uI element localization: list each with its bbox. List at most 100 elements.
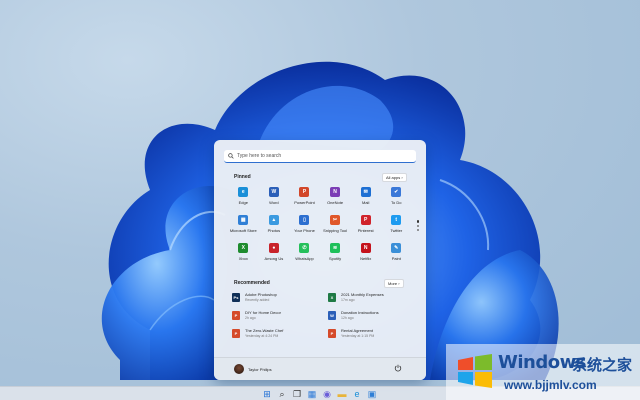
recommended-title: Recommended <box>234 280 270 286</box>
pinned-app-label: Mail <box>362 200 370 205</box>
recommended-item-time: Yesterday at 1:15 PM <box>341 334 375 338</box>
recommended-item-name: The Zero-Waste Chef <box>245 328 284 333</box>
recommended-item[interactable]: P Rental Agreement Yesterday at 1:15 PM <box>328 328 412 341</box>
pinned-title: Pinned <box>234 174 251 180</box>
whatsapp-icon: ✆ <box>299 243 310 253</box>
photoshop-icon: Ps <box>232 293 240 302</box>
pinned-app-label: Netflix <box>360 256 372 261</box>
store-icon: ▦ <box>238 215 249 225</box>
todo-icon: ✔ <box>391 187 402 197</box>
pinned-app[interactable]: e Edge <box>228 187 259 209</box>
desktop: Type here to search Pinned All apps › eE… <box>0 0 640 400</box>
netflix-icon: N <box>360 243 371 253</box>
page-indicator[interactable] <box>417 220 420 233</box>
user-name[interactable]: Taylor Philips <box>248 367 272 372</box>
task-view-icon[interactable]: ❐ <box>292 389 302 399</box>
powerpoint-icon: P <box>299 187 310 197</box>
pinned-app[interactable]: ✔ To Do <box>381 187 412 209</box>
power-icon[interactable] <box>394 364 402 372</box>
word-icon: W <box>268 187 279 197</box>
pinned-app[interactable]: W Word <box>259 187 290 209</box>
recommended-item-time: Yesterday at 4:24 PM <box>245 334 279 338</box>
edge-icon: e <box>238 187 249 197</box>
pinterest-icon: P <box>360 215 371 225</box>
widgets-icon[interactable]: ▦ <box>307 389 317 399</box>
pinned-app[interactable]: ✆ WhatsApp <box>289 243 320 265</box>
recommended-item-name: 2021 Monthly Expenses <box>341 292 384 297</box>
recommended-item[interactable]: Ps Adobe Photoshop Recently added <box>232 292 328 305</box>
file-explorer-icon[interactable]: ▬ <box>337 389 347 399</box>
pinned-app[interactable]: ✂ Snipping Tool <box>320 215 351 237</box>
watermark: Windows 系统之家 www.bjjmlv.com <box>446 344 640 400</box>
pinned-app[interactable]: N Netflix <box>350 243 381 265</box>
pinned-app-label: Edge <box>238 200 248 205</box>
edge-icon[interactable]: e <box>352 389 362 399</box>
windows-logo-icon <box>458 354 492 388</box>
search-icon[interactable]: ⌕ <box>277 389 287 399</box>
chat-icon[interactable]: ◉ <box>322 389 332 399</box>
xbox-icon: X <box>238 243 249 253</box>
recommended-item[interactable]: P DIY for Home Decor 2h ago <box>232 310 328 323</box>
recommended-item-time: 12h ago <box>341 316 354 320</box>
pinned-app-label: Your Phone <box>294 228 315 233</box>
pinned-app-label: PowerPoint <box>294 200 315 205</box>
watermark-url: www.bjjmlv.com <box>504 378 597 392</box>
taskbar-icons: ⊞ ⌕ ❐ ▦ ◉ ▬ e ▣ <box>262 389 377 400</box>
recommended-list: Ps Adobe Photoshop Recently added X 2021 Mon… <box>232 292 412 341</box>
search-box[interactable]: Type here to search <box>224 150 416 163</box>
pdf-file-icon: P <box>232 329 240 338</box>
pinned-app-label: Snipping Tool <box>323 228 348 233</box>
pdf-file-icon: P <box>232 311 240 320</box>
twitter-icon: t <box>391 215 402 225</box>
start-footer: Taylor Philips <box>214 357 426 380</box>
pinned-app-label: Pinterest <box>357 228 374 233</box>
pinned-app[interactable]: t Twitter <box>381 215 412 237</box>
photos-icon: ▲ <box>268 215 279 225</box>
pdf-file-icon: P <box>328 329 336 338</box>
watermark-chinese: 系统之家 <box>572 356 633 374</box>
pinned-app-label: Photos <box>267 228 281 233</box>
pinned-app-label: OneNote <box>327 200 344 205</box>
pinned-app[interactable]: ● Among Us <box>259 243 290 265</box>
all-apps-button[interactable]: All apps › <box>382 173 407 182</box>
pinned-app[interactable]: ≋ Spotify <box>320 243 351 265</box>
pinned-app-label: Among Us <box>264 256 284 261</box>
spotify-icon: ≋ <box>330 243 341 253</box>
mail-icon: ✉ <box>360 187 371 197</box>
excel-file-icon: X <box>328 293 336 302</box>
pinned-app-label: To Do <box>391 200 402 205</box>
search-placeholder: Type here to search <box>237 153 282 159</box>
pinned-app[interactable]: ✎ Paint <box>381 243 412 265</box>
among-us-icon: ● <box>268 243 279 253</box>
recommended-item[interactable]: P The Zero-Waste Chef Yesterday at 4:24 PM <box>232 328 328 341</box>
pinned-app[interactable]: P PowerPoint <box>289 187 320 209</box>
pinned-app[interactable]: N OneNote <box>320 187 351 209</box>
pinned-app[interactable]: ▯ Your Phone <box>289 215 320 237</box>
recommended-item-time: 17m ago <box>341 298 355 302</box>
store-icon[interactable]: ▣ <box>367 389 377 399</box>
pinned-apps-grid: e Edge W Word P PowerPoint N OneNote ✉ Mail ✔ To Do… <box>228 187 412 265</box>
pinned-app[interactable]: P Pinterest <box>350 215 381 237</box>
recommended-item[interactable]: X 2021 Monthly Expenses 17m ago <box>328 292 412 305</box>
pinned-app-label: Spotify <box>328 256 342 261</box>
pinned-app-label: Twitter <box>390 228 403 233</box>
recommended-item[interactable]: W Donation Instructions 12h ago <box>328 310 412 323</box>
search-icon <box>228 153 234 159</box>
avatar[interactable] <box>234 364 244 374</box>
recommended-item-time: Recently added <box>245 298 270 302</box>
pinned-app-label: Paint <box>391 256 401 261</box>
pinned-app-label: Word <box>269 200 279 205</box>
pinned-app[interactable]: ▲ Photos <box>259 215 290 237</box>
recommended-item-name: Donation Instructions <box>341 310 379 315</box>
pinned-app-label: Xbox <box>238 256 248 261</box>
pinned-app[interactable]: ✉ Mail <box>350 187 381 209</box>
onenote-icon: N <box>330 187 341 197</box>
pinned-app-label: Microsoft Store <box>229 228 257 233</box>
start-icon[interactable]: ⊞ <box>262 389 272 399</box>
pinned-app[interactable]: ▦ Microsoft Store <box>228 215 259 237</box>
recommended-item-name: Adobe Photoshop <box>245 292 277 297</box>
snipping-tool-icon: ✂ <box>330 215 341 225</box>
pinned-app[interactable]: X Xbox <box>228 243 259 265</box>
recommended-item-name: DIY for Home Decor <box>245 310 281 315</box>
more-button[interactable]: More › <box>384 279 404 288</box>
